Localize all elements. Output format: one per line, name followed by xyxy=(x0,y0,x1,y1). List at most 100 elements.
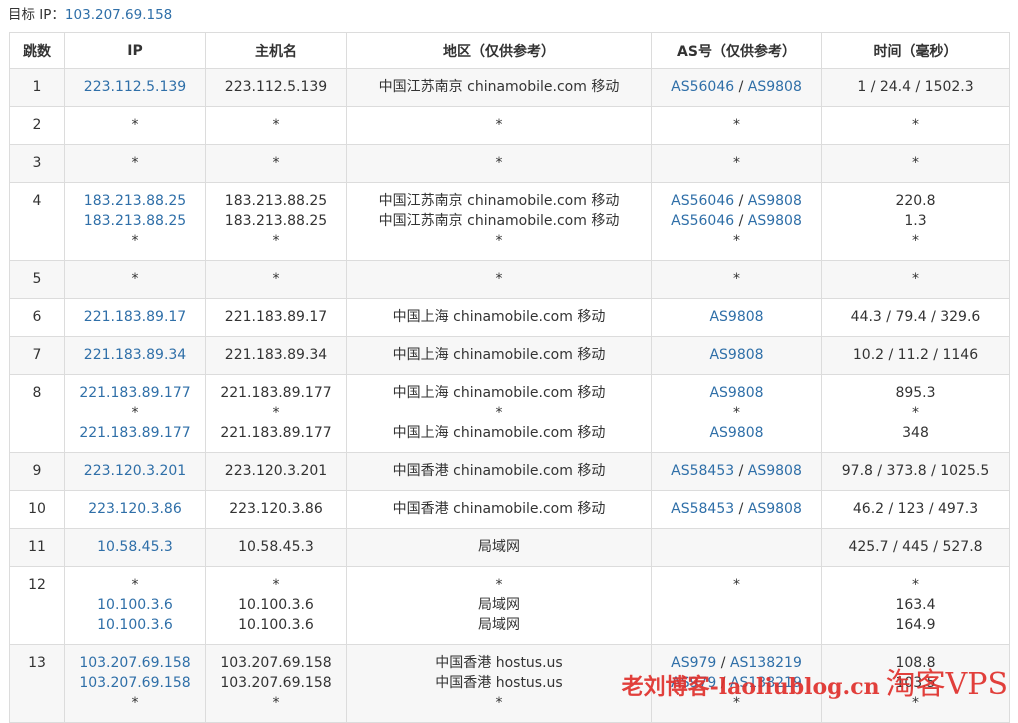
ip-lines: 183.213.88.25 183.213.88.25 * xyxy=(65,183,205,260)
as-lines: AS9808 xyxy=(652,299,821,336)
hostname-value: * xyxy=(272,233,280,249)
as-link[interactable]: AS138219 xyxy=(730,655,802,671)
hostname-cell: 221.183.89.177 * 221.183.89.177 xyxy=(205,374,347,453)
ip-value: * xyxy=(131,271,139,287)
as-link[interactable]: AS9808 xyxy=(748,463,802,479)
hostname-value: 221.183.89.34 xyxy=(224,347,328,363)
as-link[interactable]: AS58453 xyxy=(671,463,734,479)
hostname-cell: * xyxy=(205,106,347,145)
ip-value[interactable]: 221.183.89.17 xyxy=(65,307,205,327)
ip-value[interactable]: 10.100.3.6 xyxy=(65,595,205,615)
region-cell: * xyxy=(346,106,652,145)
hostname-lines: 223.120.3.201 xyxy=(206,453,346,490)
as-link[interactable]: AS979 xyxy=(671,675,716,691)
hop-cell: 12 xyxy=(9,566,65,645)
hop-number: 7 xyxy=(32,347,42,363)
hostname-lines: 10.58.45.3 xyxy=(206,529,346,566)
as-link[interactable]: AS9808 xyxy=(709,347,763,363)
column-header-region: 地区（仅供参考） xyxy=(346,32,652,69)
ip-value[interactable]: 221.183.89.177 xyxy=(65,383,205,403)
as-link[interactable]: AS979 xyxy=(671,655,716,671)
ip-value[interactable]: 183.213.88.25 xyxy=(65,211,205,231)
region-value: 中国香港 hostus.us xyxy=(435,675,563,691)
time-lines: 425.7 / 445 / 527.8 xyxy=(822,529,1009,566)
time-value: * xyxy=(912,577,919,593)
as-lines: * xyxy=(652,107,821,144)
hop-number: 13 xyxy=(28,655,46,671)
as-link[interactable]: AS56046 xyxy=(671,79,734,95)
region-cell: 局域网 xyxy=(346,528,652,567)
ip-lines: 223.120.3.86 xyxy=(65,491,205,528)
as-link[interactable]: AS9808 xyxy=(709,385,763,401)
ip-cell: 221.183.89.17 xyxy=(64,298,206,337)
hop-lines: 13 xyxy=(10,645,64,682)
target-ip-value[interactable]: 103.207.69.158 xyxy=(65,7,172,23)
region-value: * xyxy=(495,117,503,133)
time-cell: * xyxy=(821,144,1010,183)
hostname-lines: 223.120.3.86 xyxy=(206,491,346,528)
hop-number: 9 xyxy=(32,463,42,479)
ip-value: * xyxy=(131,695,139,711)
region-cell: 中国江苏南京 chinamobile.com 移动 中国江苏南京 chinamob… xyxy=(346,182,652,261)
as-link[interactable]: AS58453 xyxy=(671,501,734,517)
hop-number: 4 xyxy=(32,193,42,209)
ip-value[interactable]: 221.183.89.34 xyxy=(65,345,205,365)
table-row: 7 221.183.89.34 221.183.89.34 中国上海 chinamob… xyxy=(9,336,1010,375)
hop-lines: 7 xyxy=(10,337,64,374)
as-link[interactable]: AS9808 xyxy=(748,213,802,229)
as-line: AS9808 xyxy=(652,423,821,443)
ip-value: * xyxy=(131,233,139,249)
as-link[interactable]: AS138219 xyxy=(730,675,802,691)
time-lines: * xyxy=(822,107,1009,144)
ip-cell: 183.213.88.25 183.213.88.25 * xyxy=(64,182,206,261)
as-link[interactable]: AS56046 xyxy=(671,213,734,229)
time-lines: 108.8 103.5 * xyxy=(822,645,1009,722)
hop-lines: 10 xyxy=(10,491,64,528)
ip-value[interactable]: 183.213.88.25 xyxy=(65,191,205,211)
as-line: AS9808 xyxy=(652,345,821,365)
hostname-value: 103.207.69.158 xyxy=(220,675,332,691)
region-cell: 中国上海 chinamobile.com 移动 * 中国上海 chinamobile… xyxy=(346,374,652,453)
hostname-value: 223.120.3.201 xyxy=(224,463,328,479)
as-link[interactable]: AS9808 xyxy=(748,79,802,95)
hostname-value: * xyxy=(272,577,280,593)
time-lines: 97.8 / 373.8 / 1025.5 xyxy=(822,453,1009,490)
table-row: 12 * 10.100.3.6 10.100.3.6 * 10.100.3.6 10.100… xyxy=(9,566,1010,645)
as-separator: / xyxy=(734,213,748,229)
region-lines: * xyxy=(347,145,651,182)
time-value: 164.9 xyxy=(895,617,936,633)
as-link[interactable]: AS9808 xyxy=(709,425,763,441)
as-separator: / xyxy=(734,463,748,479)
time-cell: 46.2 / 123 / 497.3 xyxy=(821,490,1010,529)
ip-value[interactable]: 223.120.3.201 xyxy=(65,461,205,481)
as-cell: AS9808 xyxy=(651,298,822,337)
hostname-lines: 221.183.89.177 * 221.183.89.177 xyxy=(206,375,346,452)
as-link[interactable]: AS9808 xyxy=(709,309,763,325)
ip-lines: * xyxy=(65,261,205,298)
ip-value[interactable]: 223.112.5.139 xyxy=(65,77,205,97)
as-link[interactable]: AS56046 xyxy=(671,193,734,209)
as-link[interactable]: AS9808 xyxy=(748,501,802,517)
region-lines: 中国香港 chinamobile.com 移动 xyxy=(347,453,651,490)
hostname-value: 221.183.89.177 xyxy=(220,425,332,441)
table-row: 2 * * * * * xyxy=(9,106,1010,145)
target-ip-line: 目标 IP：103.207.69.158 xyxy=(8,5,172,25)
time-lines: 220.8 1.3 * xyxy=(822,183,1009,260)
column-header-hop: 跳数 xyxy=(9,32,65,69)
ip-value[interactable]: 223.120.3.86 xyxy=(65,499,205,519)
ip-value[interactable]: 10.58.45.3 xyxy=(65,537,205,557)
ip-value[interactable]: 221.183.89.177 xyxy=(65,423,205,443)
region-value: 局域网 xyxy=(478,539,520,555)
column-header-as: AS号（仅供参考） xyxy=(651,32,822,69)
hostname-lines: 103.207.69.158 103.207.69.158 * xyxy=(206,645,346,722)
ip-value[interactable]: 103.207.69.158 xyxy=(65,673,205,693)
hop-cell: 9 xyxy=(9,452,65,491)
as-line: AS979 / AS138219 xyxy=(652,653,821,673)
ip-value[interactable]: 10.100.3.6 xyxy=(65,615,205,635)
as-cell: AS58453 / AS9808 xyxy=(651,490,822,529)
table-row: 1 223.112.5.139 223.112.5.139 中国江苏南京 chinam… xyxy=(9,68,1010,107)
time-lines: 44.3 / 79.4 / 329.6 xyxy=(822,299,1009,336)
hostname-value: 10.58.45.3 xyxy=(238,539,314,555)
ip-value[interactable]: 103.207.69.158 xyxy=(65,653,205,673)
as-link[interactable]: AS9808 xyxy=(748,193,802,209)
